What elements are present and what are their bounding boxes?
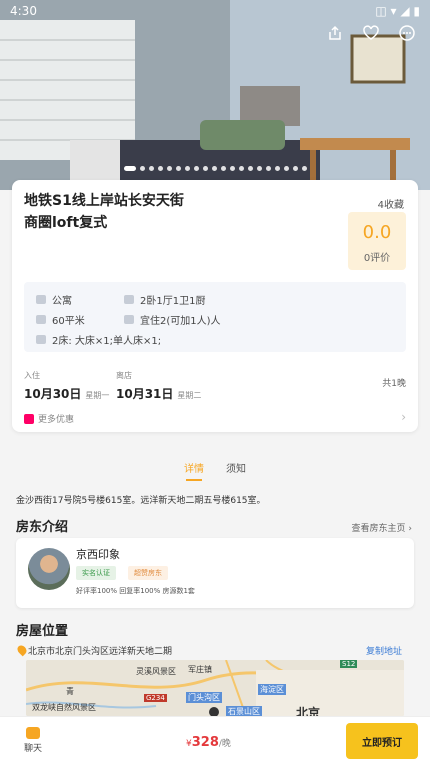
info-area: 60平米 [36, 312, 85, 327]
nights-count: 共1晚 [382, 379, 406, 389]
room-info-panel: 公寓 2卧1厅1卫1厨 60平米 宜住2(可加1人)人 2床: 大床×1;单人床… [24, 282, 406, 352]
price: ¥328/晚 [186, 735, 231, 750]
info-type: 公寓 [36, 292, 72, 307]
host-stats: 好评率100% 回复率100% 房源数1套 [76, 587, 195, 595]
chat-icon [26, 727, 40, 739]
listing-title: 地铁S1线上岸站长安天街 商圈loft复式 [24, 190, 224, 234]
photo-pager[interactable] [0, 166, 430, 171]
avatar [28, 548, 70, 590]
verified-badge: 实名认证 [76, 566, 116, 580]
area-icon [36, 315, 46, 324]
chat-button[interactable]: 聊天 [24, 727, 42, 754]
map-preview[interactable]: 灵溪风景区 军庄镇 门头沟区 海淀区 双龙峡自然风景区 石景山区 北京 G234… [26, 660, 404, 716]
info-guests: 宜住2(可加1人)人 [124, 312, 221, 327]
room-address: 金沙西街17号院5号楼615室。远洋新天地二期五号楼615室。 [16, 496, 266, 506]
location-pin-icon [15, 643, 29, 657]
checkin-date: 10月30日 [24, 387, 82, 401]
top-actions [324, 22, 418, 44]
detail-tabs: 详情 须知 [0, 460, 430, 481]
see-host-link[interactable]: 查看房东主页 › [352, 521, 412, 534]
message-icon[interactable] [396, 22, 418, 44]
offer-icon [24, 413, 34, 424]
location-heading: 房屋位置 [16, 624, 69, 639]
book-now-button[interactable]: 立即预订 [346, 723, 418, 759]
heart-icon[interactable] [360, 22, 382, 44]
host-heading: 房东介绍 [16, 520, 69, 535]
superhost-badge: 超赞房东 [128, 566, 168, 580]
layout-icon [124, 295, 134, 304]
host-name: 京西印象 [76, 548, 120, 561]
checkout: 离店 10月31日 星期二 [116, 371, 202, 401]
host-card[interactable]: 京西印象 实名认证 超赞房东 好评率100% 回复率100% 房源数1套 [16, 538, 414, 608]
copy-address-button[interactable]: 复制地址 [366, 644, 402, 657]
rating-box[interactable]: 0.0 0评价 [348, 212, 406, 270]
title-line-2: 商圈loft复式 [24, 215, 108, 231]
more-offers[interactable]: 更多优惠 [24, 412, 74, 425]
bed-icon [36, 335, 46, 344]
tab-details[interactable]: 详情 [184, 460, 204, 481]
checkin: 入住 10月30日 星期一 [24, 371, 110, 401]
location-address: 北京市北京门头沟区远洋新天地二期 [28, 647, 173, 657]
status-bar: 4:30 ◫ ▾ ◢ ▮ [0, 0, 430, 22]
tab-notice[interactable]: 须知 [226, 460, 246, 475]
rating-score: 0.0 [362, 222, 392, 243]
status-time: 4:30 [10, 4, 37, 18]
share-icon[interactable] [324, 22, 346, 44]
person-icon [124, 315, 134, 324]
info-beds: 2床: 大床×1;单人床×1; [36, 332, 161, 347]
info-layout: 2卧1厅1卫1厨 [124, 292, 205, 307]
chevron-right-icon[interactable]: › [401, 410, 406, 424]
building-icon [36, 295, 46, 304]
bottom-bar: 聊天 ¥328/晚 立即预订 [0, 716, 430, 766]
status-icons: ◫ ▾ ◢ ▮ [375, 4, 420, 18]
checkout-date: 10月31日 [116, 387, 174, 401]
listing-card: 地铁S1线上岸站长安天街 商圈loft复式 4收藏 0.0 0评价 公寓 2卧1… [12, 180, 418, 432]
title-line-1: 地铁S1线上岸站长安天街 [24, 193, 184, 209]
favorites-count: 4收藏 [377, 200, 404, 211]
review-count: 0评价 [363, 253, 391, 264]
